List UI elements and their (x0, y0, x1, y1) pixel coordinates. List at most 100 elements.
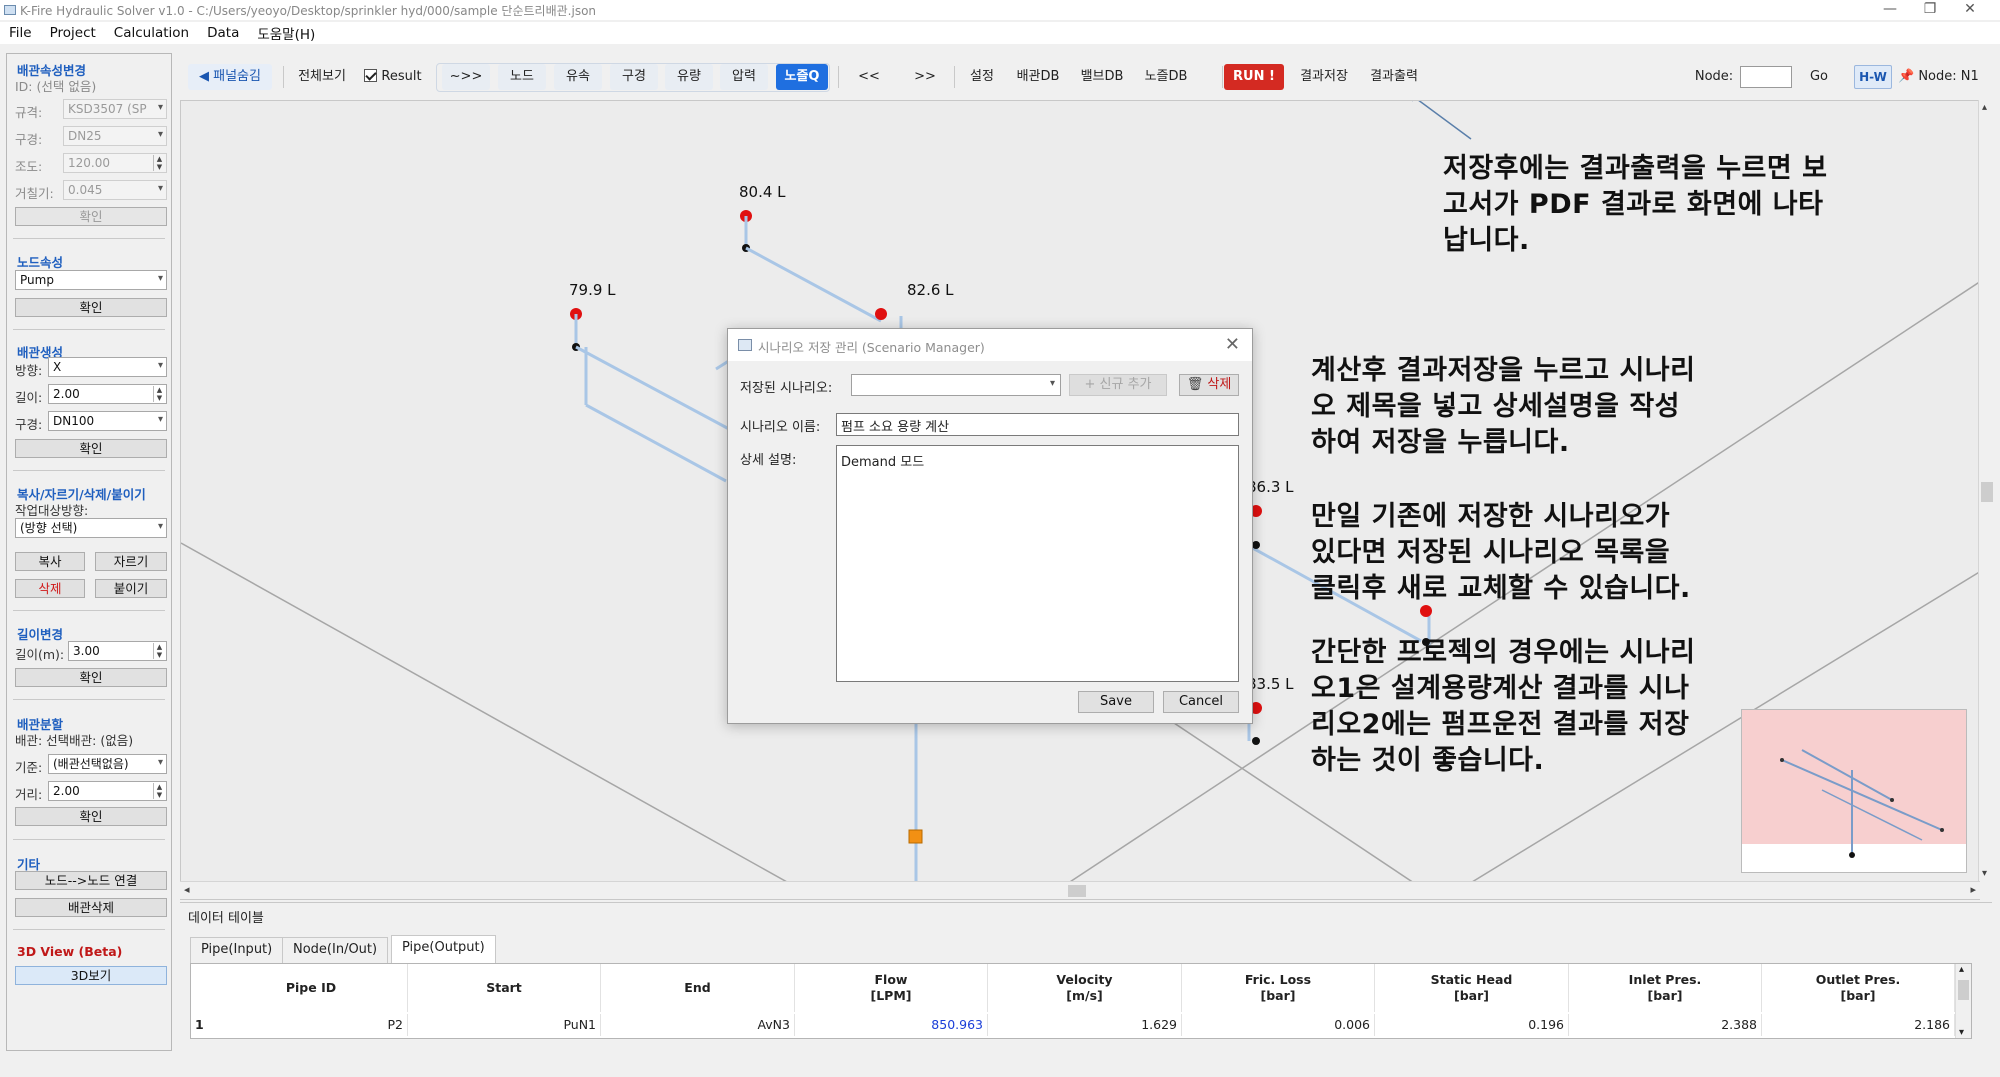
abs-roughness-select[interactable]: 0.045 ▾ (63, 180, 167, 200)
table-cell[interactable]: 0.006 (1182, 1014, 1375, 1036)
delete-scenario-button[interactable]: 🗑 삭제 (1179, 374, 1239, 396)
next-button[interactable]: >> (904, 64, 946, 90)
pipe-props-confirm-button[interactable]: 확인 (15, 207, 167, 226)
print-result-button[interactable]: 결과출력 (1362, 64, 1426, 90)
scroll-up-icon[interactable]: ▴ (1982, 102, 1987, 113)
cut-button[interactable]: 자르기 (95, 552, 167, 571)
add-scenario-button[interactable]: + 신규 추가 (1069, 374, 1167, 396)
pressure-button[interactable]: 압력 (720, 64, 768, 90)
spec-select[interactable]: KSD3507 (SP ▾ (63, 99, 167, 119)
table-cell[interactable]: AvN3 (601, 1014, 795, 1036)
save-result-button[interactable]: 결과저장 (1292, 64, 1356, 90)
spinner-icon[interactable]: ▲ ▼ (153, 155, 165, 171)
node-search-input[interactable] (1740, 66, 1792, 88)
menu-calculation[interactable]: Calculation (105, 25, 198, 41)
tab-node-inout[interactable]: Node(In/Out) (282, 937, 389, 963)
spinner-icon[interactable]: ▲ ▼ (153, 643, 165, 659)
node-props-confirm-button[interactable]: 확인 (15, 298, 167, 317)
size-select[interactable]: DN25 ▾ (63, 126, 167, 146)
column-header[interactable]: Static Head [bar] (1375, 964, 1569, 1012)
settings-button[interactable]: 설정 (962, 64, 1002, 90)
spinner-icon[interactable]: ▲ ▼ (153, 783, 165, 799)
arrows-button[interactable]: ~>> (442, 64, 490, 90)
paste-button[interactable]: 붙이기 (95, 579, 167, 598)
column-header[interactable]: Start (408, 964, 601, 1012)
cancel-button[interactable]: Cancel (1163, 691, 1239, 713)
pipe-db-button[interactable]: 배관DB (1010, 64, 1066, 90)
column-header[interactable]: Inlet Pres. [bar] (1569, 964, 1762, 1012)
copy-button[interactable]: 복사 (15, 552, 85, 571)
create-size-select[interactable]: DN100 ▾ (48, 411, 167, 431)
scroll-right-icon[interactable]: ▸ (1970, 883, 1976, 896)
length-change-confirm-button[interactable]: 확인 (15, 668, 167, 687)
table-cell[interactable]: 0.196 (1375, 1014, 1569, 1036)
spinner-icon[interactable]: ▲ ▼ (153, 386, 165, 402)
node-button[interactable]: 노드 (498, 64, 546, 90)
view-all-button[interactable]: 전체보기 (294, 64, 350, 90)
menu-data[interactable]: Data (198, 25, 248, 41)
scroll-thumb[interactable] (1958, 980, 1969, 1000)
split-confirm-button[interactable]: 확인 (15, 807, 167, 826)
delete-button[interactable]: 삭제 (15, 579, 85, 598)
result-checkbox[interactable]: Result (360, 64, 426, 90)
prev-button[interactable]: << (848, 64, 890, 90)
nozzle-db-button[interactable]: 노즐DB (1138, 64, 1194, 90)
target-direction-select[interactable]: (방향 선택) ▾ (15, 518, 167, 538)
nozzle-q-button[interactable]: 노즐Q (776, 64, 828, 90)
scenario-name-input[interactable]: 펌프 소요 용량 계산 (836, 413, 1239, 436)
minimap[interactable] (1741, 709, 1967, 873)
tab-pipe-input[interactable]: Pipe(Input) (190, 937, 284, 963)
pipe-create-confirm-button[interactable]: 확인 (15, 439, 167, 458)
valve-db-button[interactable]: 밸브DB (1074, 64, 1130, 90)
scroll-thumb[interactable] (1981, 482, 1993, 502)
vertical-scrollbar[interactable]: ▴ ▾ (1978, 100, 1994, 881)
tab-pipe-output[interactable]: Pipe(Output) (391, 935, 496, 963)
roughness-input[interactable]: 120.00 ▲ ▼ (63, 153, 167, 173)
go-button[interactable]: Go (1802, 64, 1836, 90)
table-cell[interactable]: 850.963 (795, 1014, 988, 1036)
saved-scenario-select[interactable]: ▾ (851, 374, 1061, 396)
pipe-delete-button[interactable]: 배관삭제 (15, 898, 167, 917)
table-cell[interactable]: PuN1 (408, 1014, 601, 1036)
split-distance-input[interactable]: 2.00 ▲ ▼ (48, 781, 167, 801)
view3d-button[interactable]: 3D보기 (15, 966, 167, 985)
diameter-button[interactable]: 구경 (610, 64, 658, 90)
column-header[interactable]: Flow [LPM] (795, 964, 988, 1012)
table-cell[interactable]: 2.186 (1762, 1014, 1955, 1036)
node-connect-button[interactable]: 노드-->노드 연결 (15, 871, 167, 890)
scenario-desc-textarea[interactable]: Demand 모드 (836, 445, 1239, 682)
table-cell[interactable]: P2 (215, 1014, 408, 1036)
scroll-up-icon[interactable]: ▴ (1959, 964, 1964, 975)
length-input[interactable]: 2.00 ▲ ▼ (48, 384, 167, 404)
close-icon[interactable]: ✕ (1225, 334, 1240, 355)
node-type-select[interactable]: Pump ▾ (15, 270, 167, 290)
table-cell[interactable]: 1.629 (988, 1014, 1182, 1036)
velocity-button[interactable]: 유속 (554, 64, 602, 90)
split-base-select[interactable]: (배관선택없음) ▾ (48, 754, 167, 774)
menu-file[interactable]: File (0, 25, 41, 41)
hw-button[interactable]: H-W (1854, 65, 1892, 89)
scroll-thumb[interactable] (1068, 885, 1086, 897)
horizontal-scrollbar[interactable]: ◂ ▸ (180, 881, 1980, 899)
hide-panel-button[interactable]: ◀ 패널숨김 (188, 64, 272, 90)
menu-project[interactable]: Project (41, 25, 105, 41)
table-cell[interactable]: 2.388 (1569, 1014, 1762, 1036)
column-header[interactable]: Outlet Pres. [bar] (1762, 964, 1955, 1012)
flow-button[interactable]: 유량 (665, 64, 713, 90)
menu-help[interactable]: 도움말(H) (248, 23, 324, 43)
scroll-left-icon[interactable]: ◂ (184, 883, 190, 896)
run-button[interactable]: RUN ! (1224, 64, 1284, 90)
close-button[interactable]: ✕ (1940, 0, 2000, 20)
column-header[interactable]: Pipe ID (215, 964, 408, 1012)
scroll-down-icon[interactable]: ▾ (1982, 868, 1987, 879)
scroll-down-icon[interactable]: ▾ (1959, 1027, 1964, 1038)
column-header[interactable]: End (601, 964, 795, 1012)
table-scrollbar[interactable]: ▴ ▾ (1955, 964, 1971, 1038)
divider (13, 470, 165, 471)
row-index[interactable]: 1 (191, 1014, 215, 1036)
direction-select[interactable]: X ▾ (48, 357, 167, 377)
length-m-input[interactable]: 3.00 ▲ ▼ (68, 641, 167, 661)
column-header[interactable]: Velocity [m/s] (988, 964, 1182, 1012)
save-button[interactable]: Save (1078, 691, 1154, 713)
column-header[interactable]: Fric. Loss [bar] (1182, 964, 1375, 1012)
